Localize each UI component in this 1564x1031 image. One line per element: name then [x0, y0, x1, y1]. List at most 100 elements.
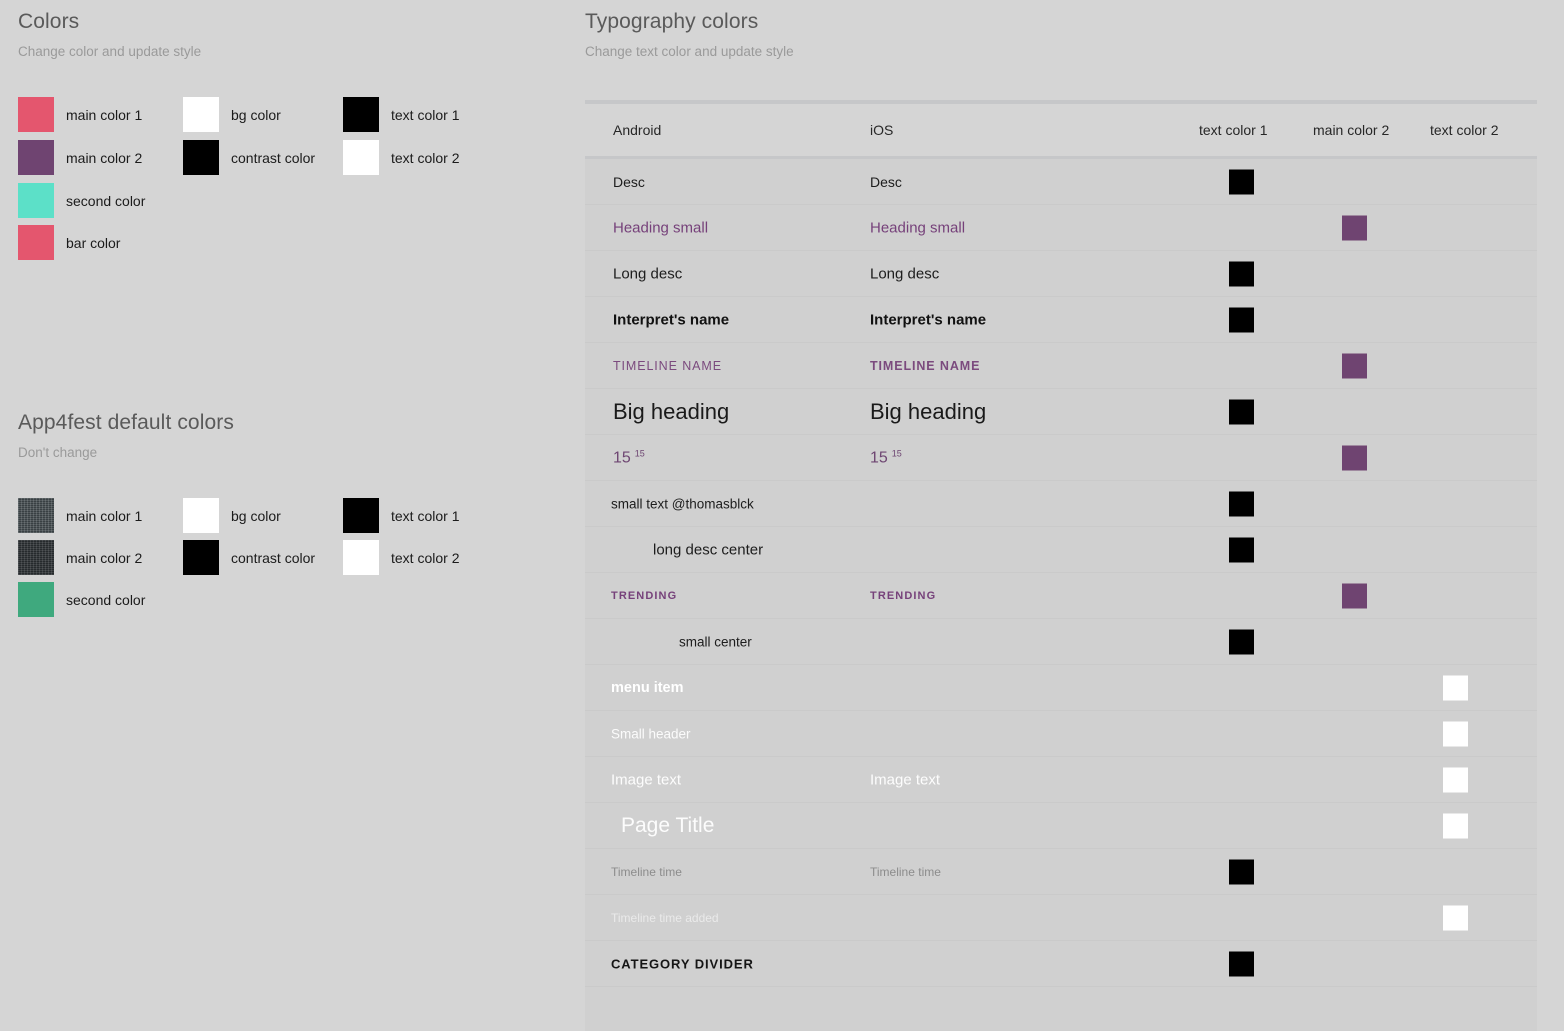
color-swatch: [343, 498, 379, 533]
cell-android-value: 15: [613, 449, 631, 467]
swatch-label: contrast color: [231, 149, 316, 166]
swatch-label: second color: [66, 192, 146, 209]
typography-panel: Typography colors Change text color and …: [575, 0, 1564, 1031]
swatch-label: text color 1: [391, 106, 460, 123]
color-swatch[interactable]: [18, 183, 54, 218]
swatch-item-main-color-1[interactable]: main color 1: [18, 97, 142, 132]
table-row[interactable]: Small header: [585, 711, 1537, 757]
swatch-text-color-1[interactable]: [1229, 307, 1254, 332]
table-row[interactable]: long desc center: [585, 527, 1537, 573]
swatch-text-color-1[interactable]: [1229, 537, 1254, 562]
cell-ios: TIMELINE NAME: [870, 358, 981, 373]
swatch-text-color-2[interactable]: [1443, 675, 1468, 700]
column-header-ios: iOS: [870, 122, 894, 138]
swatch-label: text color 1: [391, 507, 460, 524]
color-swatch: [18, 582, 54, 617]
colors-panel: Colors Change color and update style mai…: [0, 0, 575, 1025]
color-swatch[interactable]: [183, 97, 219, 132]
table-row[interactable]: small center: [585, 619, 1537, 665]
table-row[interactable]: Interpret's name Interpret's name: [585, 297, 1537, 343]
cell-android: TRENDING: [611, 589, 678, 602]
swatch-text-color-1[interactable]: [1229, 629, 1254, 654]
swatch-text-color-1[interactable]: [1229, 169, 1254, 194]
table-row[interactable]: 15 15 15 15: [585, 435, 1537, 481]
swatch-main-color-2[interactable]: [1342, 445, 1367, 470]
default-swatch-item-text-color-1: text color 1: [343, 498, 459, 533]
cell-android-superscript: 15: [634, 447, 645, 458]
cell-ios: Desc: [870, 173, 902, 190]
cell-ios: Interpret's name: [870, 311, 987, 328]
swatch-main-color-2[interactable]: [1342, 353, 1367, 378]
table-row[interactable]: Heading small Heading small: [585, 205, 1537, 251]
column-header-main-color-2: main color 2: [1313, 122, 1390, 138]
color-swatch[interactable]: [18, 97, 54, 132]
swatch-text-color-2[interactable]: [1443, 721, 1468, 746]
cell-android: Long desc: [613, 265, 683, 282]
swatch-text-color-2[interactable]: [1443, 767, 1468, 792]
cell-android: 15 15: [613, 448, 645, 467]
swatch-item-contrast-color[interactable]: contrast color: [183, 140, 315, 175]
cell-android: Timeline time: [611, 864, 682, 879]
color-swatch[interactable]: [18, 225, 54, 260]
color-swatch: [18, 540, 54, 575]
table-row[interactable]: Timeline time Timeline time: [585, 849, 1537, 895]
typography-subtitle: Change text color and update style: [585, 44, 794, 59]
swatch-item-bar-color[interactable]: bar color: [18, 225, 120, 260]
swatch-main-color-2[interactable]: [1342, 583, 1367, 608]
cell-android: Interpret's name: [613, 311, 730, 328]
swatch-text-color-2[interactable]: [1443, 905, 1468, 930]
cell-android: CATEGORY DIVIDER: [611, 956, 754, 971]
swatch-item-second-color[interactable]: second color: [18, 183, 145, 218]
default-swatch-item-bg-color: bg color: [183, 498, 281, 533]
table-row[interactable]: menu item: [585, 665, 1537, 711]
swatch-label: text color 2: [391, 149, 460, 166]
cell-ios-superscript: 15: [891, 447, 902, 458]
swatch-label: main color 1: [66, 507, 143, 524]
table-row[interactable]: Desc Desc: [585, 156, 1537, 205]
default-swatch-item-contrast-color: contrast color: [183, 540, 315, 575]
table-row[interactable]: Timeline time added: [585, 895, 1537, 941]
colors-section: Colors Change color and update style mai…: [18, 10, 558, 260]
cell-android: Page Title: [621, 813, 715, 837]
swatch-item-text-color-1[interactable]: text color 1: [343, 97, 459, 132]
swatch-text-color-1[interactable]: [1229, 859, 1254, 884]
swatch-text-color-1[interactable]: [1229, 491, 1254, 516]
swatch-text-color-2[interactable]: [1443, 813, 1468, 838]
cell-ios: Image text: [870, 771, 941, 788]
default-colors-subtitle: Don't change: [18, 445, 98, 460]
swatch-item-text-color-2[interactable]: text color 2: [343, 140, 459, 175]
table-body: Desc Desc Heading small Heading small Lo…: [585, 156, 1537, 1031]
table-row[interactable]: TRENDING TRENDING: [585, 573, 1537, 619]
color-swatch[interactable]: [343, 97, 379, 132]
swatch-label: bg color: [231, 507, 281, 524]
cell-ios: 15 15: [870, 448, 902, 467]
default-colors-title: App4fest default colors: [18, 411, 234, 434]
swatch-text-color-1[interactable]: [1229, 951, 1254, 976]
swatch-label: contrast color: [231, 549, 316, 566]
table-row[interactable]: CATEGORY DIVIDER: [585, 941, 1537, 987]
color-swatch[interactable]: [343, 140, 379, 175]
table-row[interactable]: Page Title: [585, 803, 1537, 849]
swatch-text-color-1[interactable]: [1229, 261, 1254, 286]
column-header-text-color-2: text color 2: [1430, 122, 1499, 138]
swatch-item-main-color-2[interactable]: main color 2: [18, 140, 142, 175]
color-swatch[interactable]: [183, 140, 219, 175]
swatch-main-color-2[interactable]: [1342, 215, 1367, 240]
color-swatch[interactable]: [18, 140, 54, 175]
swatch-item-bg-color[interactable]: bg color: [183, 97, 281, 132]
cell-ios: Big heading: [870, 398, 987, 424]
cell-android: Heading small: [613, 219, 709, 236]
cell-android: Big heading: [613, 398, 730, 424]
swatch-label: bar color: [66, 234, 121, 251]
swatch-text-color-1[interactable]: [1229, 399, 1254, 424]
swatch-label: main color 2: [66, 549, 143, 566]
table-row[interactable]: Long desc Long desc: [585, 251, 1537, 297]
table-row[interactable]: TIMELINE NAME TIMELINE NAME: [585, 343, 1537, 389]
color-swatch: [343, 540, 379, 575]
swatch-label: main color 2: [66, 149, 143, 166]
table-row[interactable]: Big heading Big heading: [585, 389, 1537, 435]
table-row[interactable]: Image text Image text: [585, 757, 1537, 803]
cell-android: Timeline time added: [611, 910, 719, 925]
table-row[interactable]: small text @thomasblck: [585, 481, 1537, 527]
typography-section: Typography colors Change text color and …: [585, 10, 794, 59]
